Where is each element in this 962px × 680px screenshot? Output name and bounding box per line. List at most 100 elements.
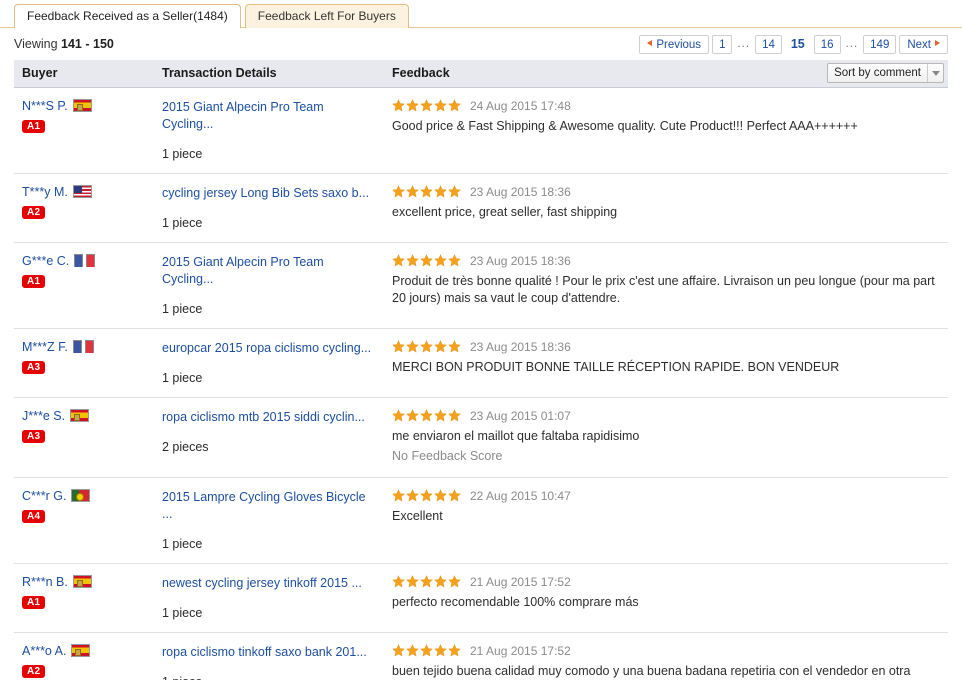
sort-by-comment-select[interactable]: Sort by comment (827, 63, 944, 83)
star-icon (434, 575, 447, 588)
star-icon (448, 254, 461, 267)
buyer-name-link[interactable]: A***o A. (22, 644, 66, 658)
feedback-text: Good price & Fast Shipping & Awesome qua… (392, 118, 940, 135)
table-row: G***e C.A12015 Giant Alpecin Pro Team Cy… (14, 242, 948, 328)
star-rating (392, 409, 461, 422)
star-icon (406, 99, 419, 112)
star-icon (448, 575, 461, 588)
pagination-page-149[interactable]: 149 (863, 35, 896, 54)
tab-feedback-received[interactable]: Feedback Received as a Seller(1484) (14, 4, 241, 28)
star-icon (448, 409, 461, 422)
country-flag-icon (73, 185, 92, 198)
feedback-head: 22 Aug 2015 10:47 (392, 489, 940, 503)
feedback-date: 23 Aug 2015 18:36 (470, 185, 571, 199)
buyer-line: C***r G. (22, 489, 146, 503)
country-flag-icon (71, 489, 90, 502)
buyer-cell: R***n B.A1 (14, 563, 154, 632)
chevron-down-icon (927, 64, 943, 82)
buyer-name-link[interactable]: G***e C. (22, 254, 69, 268)
star-icon (406, 340, 419, 353)
feedback-head: 21 Aug 2015 17:52 (392, 644, 940, 658)
tab-feedback-left[interactable]: Feedback Left For Buyers (245, 4, 409, 28)
feedback-text: Excellent (392, 508, 940, 525)
buyer-cell: T***y M. A2 (14, 173, 154, 242)
buyer-line: J***e S. (22, 409, 146, 423)
pagination-page-16[interactable]: 16 (814, 35, 841, 54)
buyer-name-link[interactable]: M***Z F. (22, 340, 68, 354)
product-title-link[interactable]: ropa ciclismo tinkoff saxo bank 201... (162, 644, 376, 661)
buyer-line: R***n B. (22, 575, 146, 589)
star-icon (420, 489, 433, 502)
star-rating (392, 254, 461, 267)
toolbar: Viewing 141 - 150 Previous 1 ... 14 15 1… (0, 28, 962, 60)
buyer-name-link[interactable]: N***S P. (22, 99, 68, 113)
star-rating (392, 340, 461, 353)
star-icon (448, 489, 461, 502)
star-icon (420, 99, 433, 112)
quantity-text: 1 piece (162, 537, 376, 551)
star-icon (434, 644, 447, 657)
pagination-ellipsis-right: ... (844, 38, 861, 50)
table-header-row: Buyer Transaction Details Feedback Sort … (14, 60, 948, 87)
buyer-line: N***S P. (22, 99, 146, 113)
star-icon (392, 409, 405, 422)
country-flag-icon (73, 340, 95, 353)
feedback-date: 23 Aug 2015 18:36 (470, 254, 571, 268)
feedback-text: excellent price, great seller, fast ship… (392, 204, 940, 221)
feedback-cell: 23 Aug 2015 18:36MERCI BON PRODUIT BONNE… (384, 328, 948, 397)
buyer-level-badge: A2 (22, 665, 45, 678)
product-title-link[interactable]: ropa ciclismo mtb 2015 siddi cyclin... (162, 409, 376, 426)
star-icon (420, 409, 433, 422)
star-icon (434, 489, 447, 502)
column-header-transaction: Transaction Details (154, 60, 384, 87)
product-title-link[interactable]: europcar 2015 ropa ciclismo cycling... (162, 340, 376, 357)
transaction-cell: ropa ciclismo tinkoff saxo bank 201... 1 … (154, 632, 384, 680)
star-icon (392, 644, 405, 657)
buyer-name-link[interactable]: C***r G. (22, 489, 66, 503)
pagination-previous-label: Previous (656, 39, 701, 51)
table-row: M***Z F. A3 europcar 2015 ropa ciclismo cy… (14, 328, 948, 397)
product-title-link[interactable]: newest cycling jersey tinkoff 2015 ... (162, 575, 376, 592)
product-title-link[interactable]: 2015 Giant Alpecin Pro Team Cycling... (162, 99, 376, 133)
product-title-link[interactable]: cycling jersey Long Bib Sets saxo b... (162, 185, 376, 202)
star-icon (392, 254, 405, 267)
buyer-name-link[interactable]: J***e S. (22, 409, 65, 423)
transaction-cell: 2015 Giant Alpecin Pro Team Cycling...1 … (154, 242, 384, 328)
country-flag-icon (74, 254, 96, 267)
buyer-cell: J***e S.A3 (14, 397, 154, 477)
transaction-cell: 2015 Giant Alpecin Pro Team Cycling...1 … (154, 87, 384, 173)
feedback-date: 21 Aug 2015 17:52 (470, 575, 571, 589)
buyer-line: T***y M. (22, 185, 146, 199)
buyer-line: A***o A. (22, 644, 146, 658)
tabs-bar: Feedback Received as a Seller(1484) Feed… (0, 0, 962, 28)
product-title-link[interactable]: 2015 Giant Alpecin Pro Team Cycling... (162, 254, 376, 288)
feedback-text: me enviaron el maillot que faltaba rapid… (392, 428, 940, 445)
buyer-name-link[interactable]: R***n B. (22, 575, 68, 589)
buyer-level-badge: A3 (22, 361, 45, 374)
quantity-text: 1 piece (162, 606, 376, 620)
table-row: T***y M. A2 cycling jersey Long Bib Sets s… (14, 173, 948, 242)
tab-label: Feedback Received as a Seller(1484) (27, 9, 228, 23)
feedback-date: 23 Aug 2015 01:07 (470, 409, 571, 423)
feedback-date: 21 Aug 2015 17:52 (470, 644, 571, 658)
table-body: N***S P.A12015 Giant Alpecin Pro Team Cy… (14, 87, 948, 680)
buyer-line: G***e C. (22, 254, 146, 268)
table-row: A***o A. A2 ropa ciclismo tinkoff saxo ban… (14, 632, 948, 680)
feedback-text: perfecto recomendable 100% comprare más (392, 594, 940, 611)
pagination-previous[interactable]: Previous (639, 35, 709, 54)
feedback-cell: 21 Aug 2015 17:52buen tejido buena calid… (384, 632, 948, 680)
star-icon (420, 340, 433, 353)
quantity-text: 1 piece (162, 675, 376, 680)
quantity-text: 1 piece (162, 216, 376, 230)
column-header-feedback: Feedback Sort by comment (384, 60, 948, 87)
product-title-link[interactable]: 2015 Lampre Cycling Gloves Bicycle ... (162, 489, 376, 523)
buyer-level-badge: A2 (22, 206, 45, 219)
feedback-cell: 22 Aug 2015 10:47 Excellent (384, 477, 948, 563)
pagination-next[interactable]: Next (899, 35, 948, 54)
star-icon (392, 489, 405, 502)
pagination-page-1[interactable]: 1 (712, 35, 732, 54)
buyer-name-link[interactable]: T***y M. (22, 185, 68, 199)
country-flag-icon (71, 644, 90, 657)
pagination-page-14[interactable]: 14 (755, 35, 782, 54)
feedback-cell: 21 Aug 2015 17:52 perfecto recomendable 1… (384, 563, 948, 632)
